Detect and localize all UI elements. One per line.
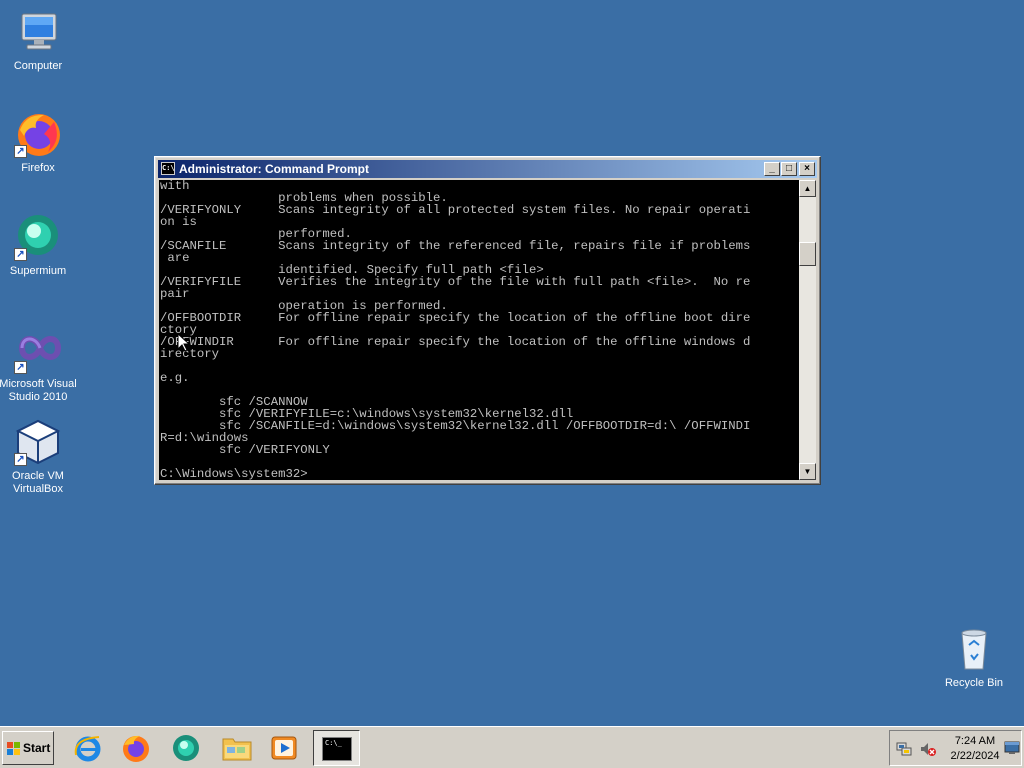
command-prompt-window[interactable]: C:\ Administrator: Command Prompt _ □ × …: [154, 156, 821, 485]
maximize-icon: □: [785, 163, 793, 174]
scroll-down-button[interactable]: ▼: [799, 463, 816, 480]
clock-date[interactable]: 2/22/2024: [946, 750, 1004, 762]
scroll-down-icon: ▼: [803, 467, 812, 476]
taskbar-media-player[interactable]: [262, 730, 306, 766]
taskbar-internet-explorer[interactable]: [66, 730, 110, 766]
clock-time[interactable]: 7:24 AM: [946, 735, 1004, 747]
scroll-thumb[interactable]: [799, 242, 816, 266]
desktop-icon-computer[interactable]: Computer: [0, 8, 80, 73]
vertical-scrollbar[interactable]: ▲ ▼: [799, 180, 816, 480]
network-icon[interactable]: [896, 741, 912, 757]
desktop-icon-recycle-bin[interactable]: Recycle Bin: [932, 625, 1016, 690]
supermium-icon: [173, 735, 199, 761]
title-icon-text: C:\: [162, 164, 175, 172]
taskbar: Start C:\_ 7:24 AM 2/22/2024: [0, 726, 1024, 768]
start-button[interactable]: Start: [2, 731, 54, 765]
desktop-icon-supermium[interactable]: ↗ Supermium: [0, 213, 80, 278]
shortcut-arrow-icon: ↗: [14, 248, 27, 261]
scroll-up-button[interactable]: ▲: [799, 180, 816, 197]
computer-icon: [14, 8, 62, 56]
desktop-icon-label: Recycle Bin: [944, 677, 1004, 689]
desktop-icon-label: Firefox: [21, 162, 55, 174]
desktop-icon-label: Oracle VM VirtualBox: [12, 470, 64, 495]
recycle-bin-icon: [950, 625, 998, 673]
folder-icon: [222, 738, 252, 761]
system-tray: 7:24 AM 2/22/2024: [889, 730, 1022, 766]
title-bar[interactable]: C:\ Administrator: Command Prompt _ □ ×: [158, 160, 817, 178]
media-player-icon: [271, 736, 297, 760]
supermium-icon: ↗: [14, 213, 62, 261]
firefox-icon: ↗: [14, 110, 62, 158]
show-desktop-icon[interactable]: [1004, 741, 1020, 755]
windows-flag-icon: [7, 742, 20, 755]
taskbar-firefox[interactable]: [114, 730, 158, 766]
shortcut-arrow-icon: ↗: [14, 145, 27, 158]
minimize-icon: _: [769, 163, 775, 174]
close-button[interactable]: ×: [799, 162, 815, 176]
maximize-button[interactable]: □: [781, 162, 797, 176]
visual-studio-icon: ↗: [14, 326, 62, 374]
desktop-icon-label: Microsoft Visual Studio 2010: [0, 378, 77, 403]
virtualbox-icon: ↗: [14, 418, 62, 466]
desktop-icon-firefox[interactable]: ↗ Firefox: [0, 110, 80, 175]
console-output[interactable]: with problems when possible. /VERIFYONLY…: [159, 180, 799, 480]
taskbar-cmd-icon-text: C:\_: [325, 739, 342, 747]
shortcut-arrow-icon: ↗: [14, 361, 27, 374]
close-icon: ×: [804, 163, 810, 174]
firefox-icon: [123, 735, 149, 762]
command-prompt-icon: C:\: [161, 162, 175, 175]
internet-explorer-icon: [74, 736, 101, 762]
command-prompt-icon: C:\_: [322, 737, 352, 761]
window-title: Administrator: Command Prompt: [179, 162, 370, 176]
scroll-up-icon: ▲: [803, 184, 812, 193]
console-text: with problems when possible. /VERIFYONLY…: [160, 180, 751, 480]
taskbar-file-explorer[interactable]: [214, 730, 258, 766]
start-label: Start: [23, 741, 51, 755]
taskbar-supermium[interactable]: [164, 730, 208, 766]
volume-muted-icon[interactable]: [920, 741, 936, 757]
taskbar-command-prompt[interactable]: C:\_: [313, 730, 360, 766]
desktop-icon-virtualbox[interactable]: ↗ Oracle VM VirtualBox: [0, 418, 80, 496]
mouse-cursor-icon: [177, 332, 191, 352]
desktop-icon-label: Supermium: [9, 265, 67, 277]
desktop-icon-visual-studio[interactable]: ↗ Microsoft Visual Studio 2010: [0, 326, 80, 404]
shortcut-arrow-icon: ↗: [14, 453, 27, 466]
minimize-button[interactable]: _: [764, 162, 780, 176]
desktop-icon-label: Computer: [13, 60, 63, 72]
